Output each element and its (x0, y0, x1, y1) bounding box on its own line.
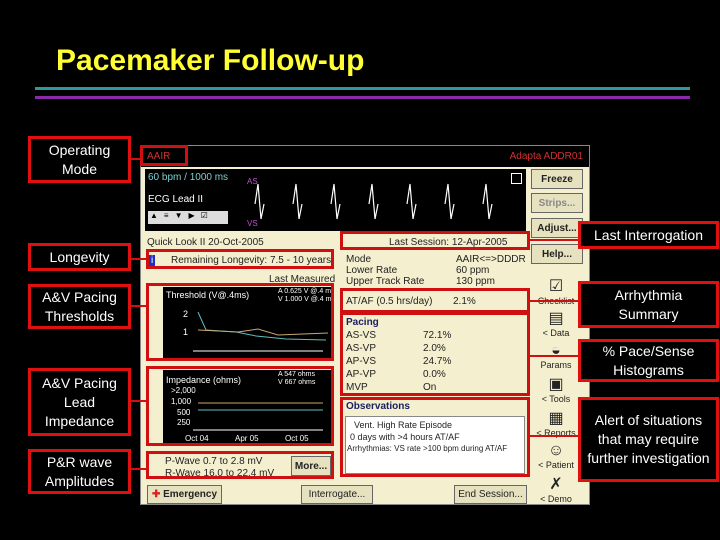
emergency-icon: ✚ (151, 489, 161, 500)
highlight-ataf (340, 288, 530, 313)
divider (35, 96, 690, 99)
tools-icon[interactable]: ▣ < Tools (533, 374, 579, 404)
highlight-last-session (340, 231, 530, 250)
title-bar: AAIR Adapta ADDR01 (141, 146, 589, 167)
callout-arrhythmia: Arrhythmia Summary (578, 281, 719, 328)
callout-thresholds: A&V Pacing Thresholds (28, 284, 131, 329)
ecg-lead: ECG Lead II (148, 194, 204, 205)
divider (35, 87, 690, 90)
reports-icon[interactable]: ▦ < Reports (533, 408, 579, 438)
callout-last-interrogation: Last Interrogation (578, 221, 719, 249)
svg-text:AS: AS (247, 177, 258, 186)
svg-text:VS: VS (247, 219, 258, 228)
highlight-observations (340, 397, 530, 477)
callout-impedance: A&V Pacing Lead Impedance (28, 368, 131, 436)
callout-pace-sense: % Pace/Sense Histograms (578, 339, 719, 382)
expand-icon[interactable] (511, 173, 522, 184)
adjust-button[interactable]: Adjust... (531, 218, 583, 238)
ecg-controls[interactable]: ▲≡▼▶☑ (148, 211, 228, 224)
callout-alert: Alert of situations that may require fur… (578, 397, 719, 482)
interrogate-button[interactable]: Interrogate... (301, 485, 373, 504)
slide-title: Pacemaker Follow-up (56, 44, 365, 77)
freeze-button[interactable]: Freeze (531, 169, 583, 189)
ecg-display: 60 bpm / 1000 ms ECG Lead II AS VS ▲≡▼▶☑ (145, 169, 526, 231)
callout-operating-mode: Operating Mode (28, 136, 131, 183)
highlight-waves (146, 451, 334, 479)
strips-button[interactable]: Strips... (531, 193, 583, 213)
device-name: Adapta ADDR01 (509, 151, 583, 162)
callout-longevity: Longevity (28, 243, 131, 271)
data-icon[interactable]: ▤ < Data (533, 308, 579, 338)
patient-icon[interactable]: ☺ < Patient (533, 442, 579, 470)
help-button[interactable]: Help... (531, 244, 583, 264)
highlight-mode (140, 145, 188, 166)
ecg-rate: 60 bpm / 1000 ms (148, 172, 229, 183)
end-session-button[interactable]: End Session... (454, 485, 527, 504)
ecg-trace: AS VS (247, 177, 493, 228)
callout-waves: P&R wave Amplitudes (28, 449, 131, 494)
emergency-button[interactable]: ✚ Emergency (147, 485, 222, 504)
highlight-longevity (146, 249, 334, 269)
highlight-pacing (340, 312, 530, 396)
highlight-impedance (146, 366, 334, 446)
highlight-threshold (146, 283, 334, 361)
demo-icon[interactable]: ✗ < Demo (533, 474, 579, 504)
quick-look-date: Quick Look II 20-Oct-2005 (147, 237, 264, 248)
